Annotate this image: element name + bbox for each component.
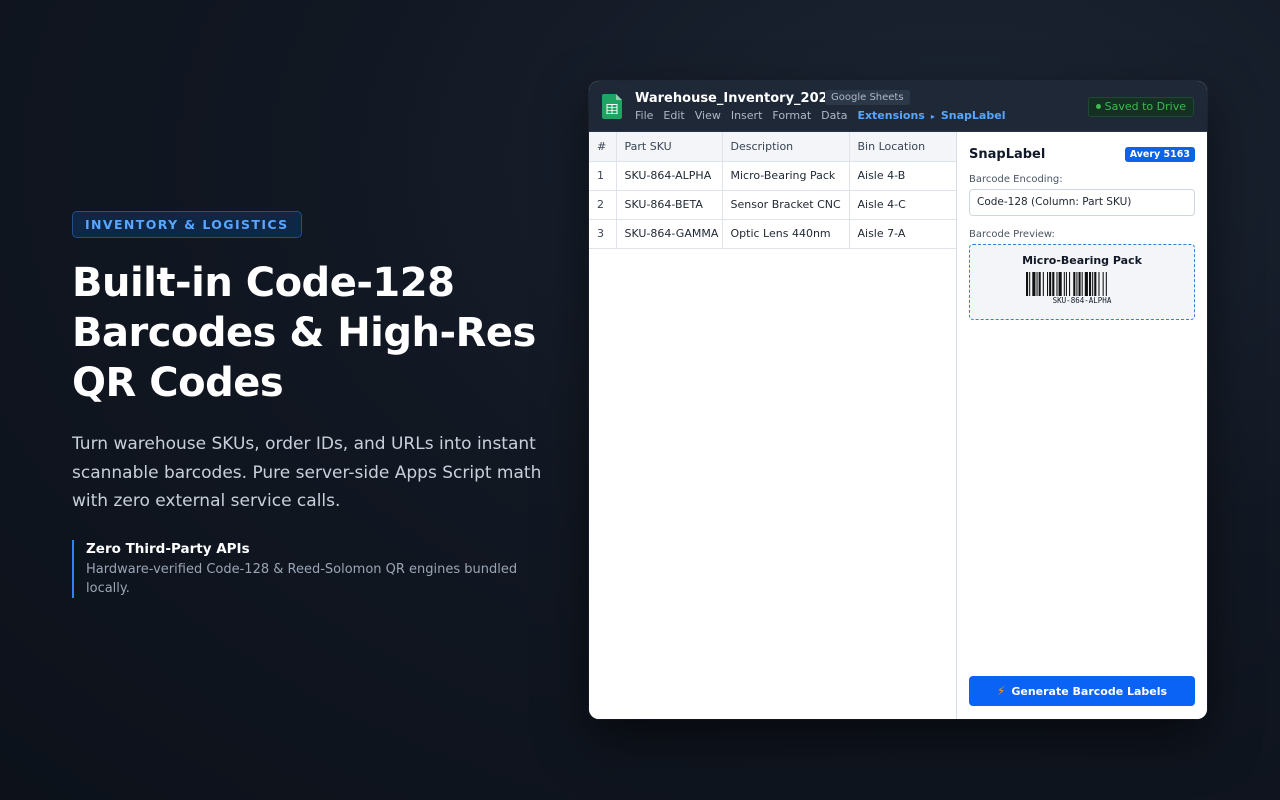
- part-sku-cell[interactable]: SKU-864-ALPHA: [616, 161, 723, 191]
- row-number-cell[interactable]: 2: [589, 190, 617, 220]
- barcode-value-text: SKU-864-ALPHA: [1052, 296, 1112, 305]
- menu-item-file[interactable]: File: [635, 109, 653, 124]
- category-eyebrow: INVENTORY & LOGISTICS: [72, 211, 302, 238]
- sidebar-header: SnapLabel Avery 5163: [969, 147, 1195, 162]
- saved-status-text: Saved to Drive: [1104, 100, 1186, 113]
- menu-item-format[interactable]: Format: [772, 109, 811, 124]
- column-header-description[interactable]: Description: [722, 132, 850, 162]
- generate-labels-label: Generate Barcode Labels: [1011, 684, 1168, 698]
- preview-item-name: Micro-Bearing Pack: [1022, 254, 1142, 267]
- encoding-label: Barcode Encoding:: [969, 174, 1063, 185]
- generate-labels-button[interactable]: ⚡ Generate Barcode Labels: [969, 676, 1195, 706]
- snaplabel-sidebar: SnapLabel Avery 5163 Barcode Encoding: C…: [957, 132, 1207, 719]
- row-number-cell[interactable]: 1: [589, 161, 617, 191]
- table-header-row: # Part SKU Description Bin Location: [589, 132, 956, 162]
- menu-item-insert[interactable]: Insert: [731, 109, 763, 124]
- column-header-part-sku[interactable]: Part SKU: [616, 132, 723, 162]
- hero-title-line: Built-in Code-128: [72, 260, 455, 306]
- column-header-number[interactable]: #: [589, 132, 617, 162]
- bin-location-cell[interactable]: Aisle 7-A: [849, 219, 956, 249]
- google-sheets-icon: [602, 94, 622, 119]
- spreadsheet-grid: # Part SKU Description Bin Location 1 SK…: [589, 132, 957, 719]
- column-header-bin-location[interactable]: Bin Location: [849, 132, 956, 162]
- feature-callout: Zero Third-Party APIs Hardware-verified …: [72, 539, 522, 598]
- menu-item-edit[interactable]: Edit: [663, 109, 684, 124]
- preview-label: Barcode Preview:: [969, 229, 1055, 240]
- row-number-cell[interactable]: 3: [589, 219, 617, 249]
- table-row: 3 SKU-864-GAMMA Optic Lens 440nm Aisle 7…: [589, 219, 956, 249]
- barcode-preview: Micro-Bearing Pack SKU-864-ALPHA: [969, 244, 1195, 320]
- app-name-chip: Google Sheets: [825, 90, 910, 105]
- hero-description: Turn warehouse SKUs, order IDs, and URLs…: [72, 434, 542, 511]
- sidebar-title: SnapLabel: [969, 147, 1046, 162]
- menu-item-snaplabel[interactable]: SnapLabel: [941, 109, 1006, 124]
- lightning-icon: ⚡: [996, 684, 1006, 698]
- status-dot-icon: [1095, 103, 1101, 109]
- label-template-badge: Avery 5163: [1124, 147, 1195, 162]
- menu-caret-icon: ▸: [930, 112, 935, 121]
- menu-bar: File Edit View Insert Format Data Extens…: [635, 109, 1015, 124]
- menu-item-data[interactable]: Data: [821, 109, 847, 124]
- app-window: Warehouse_Inventory_2026.xlsx Google She…: [589, 81, 1207, 719]
- table-row: 2 SKU-864-BETA Sensor Bracket CNC Aisle …: [589, 190, 956, 220]
- description-cell[interactable]: Sensor Bracket CNC: [722, 190, 850, 220]
- menu-item-view[interactable]: View: [695, 109, 721, 124]
- menu-item-extensions[interactable]: Extensions: [857, 109, 924, 124]
- description-cell[interactable]: Micro-Bearing Pack: [722, 161, 850, 191]
- table-row: 1 SKU-864-ALPHA Micro-Bearing Pack Aisle…: [589, 161, 956, 191]
- feature-title: Zero Third-Party APIs: [86, 540, 250, 557]
- hero-title-line: Barcodes & High-Res: [72, 310, 536, 356]
- part-sku-cell[interactable]: SKU-864-BETA: [616, 190, 723, 220]
- hero-section: INVENTORY & LOGISTICS Built-in Code-128 …: [72, 211, 552, 598]
- barcode-image: [1026, 272, 1107, 296]
- workspace: # Part SKU Description Bin Location 1 SK…: [589, 132, 1207, 719]
- description-cell[interactable]: Optic Lens 440nm: [722, 219, 850, 249]
- saved-status-badge: Saved to Drive: [1087, 97, 1194, 117]
- encoding-select[interactable]: Code-128 (Column: Part SKU): [969, 189, 1195, 216]
- part-sku-cell[interactable]: SKU-864-GAMMA: [616, 219, 723, 249]
- inventory-table: # Part SKU Description Bin Location 1 SK…: [589, 132, 956, 249]
- bin-location-cell[interactable]: Aisle 4-C: [849, 190, 956, 220]
- hero-title: Built-in Code-128 Barcodes & High-Res QR…: [72, 258, 552, 408]
- feature-description: Hardware-verified Code-128 & Reed-Solomo…: [86, 561, 518, 596]
- title-bar: Warehouse_Inventory_2026.xlsx Google She…: [589, 81, 1207, 132]
- hero-title-line: QR Codes: [72, 360, 284, 406]
- bin-location-cell[interactable]: Aisle 4-B: [849, 161, 956, 191]
